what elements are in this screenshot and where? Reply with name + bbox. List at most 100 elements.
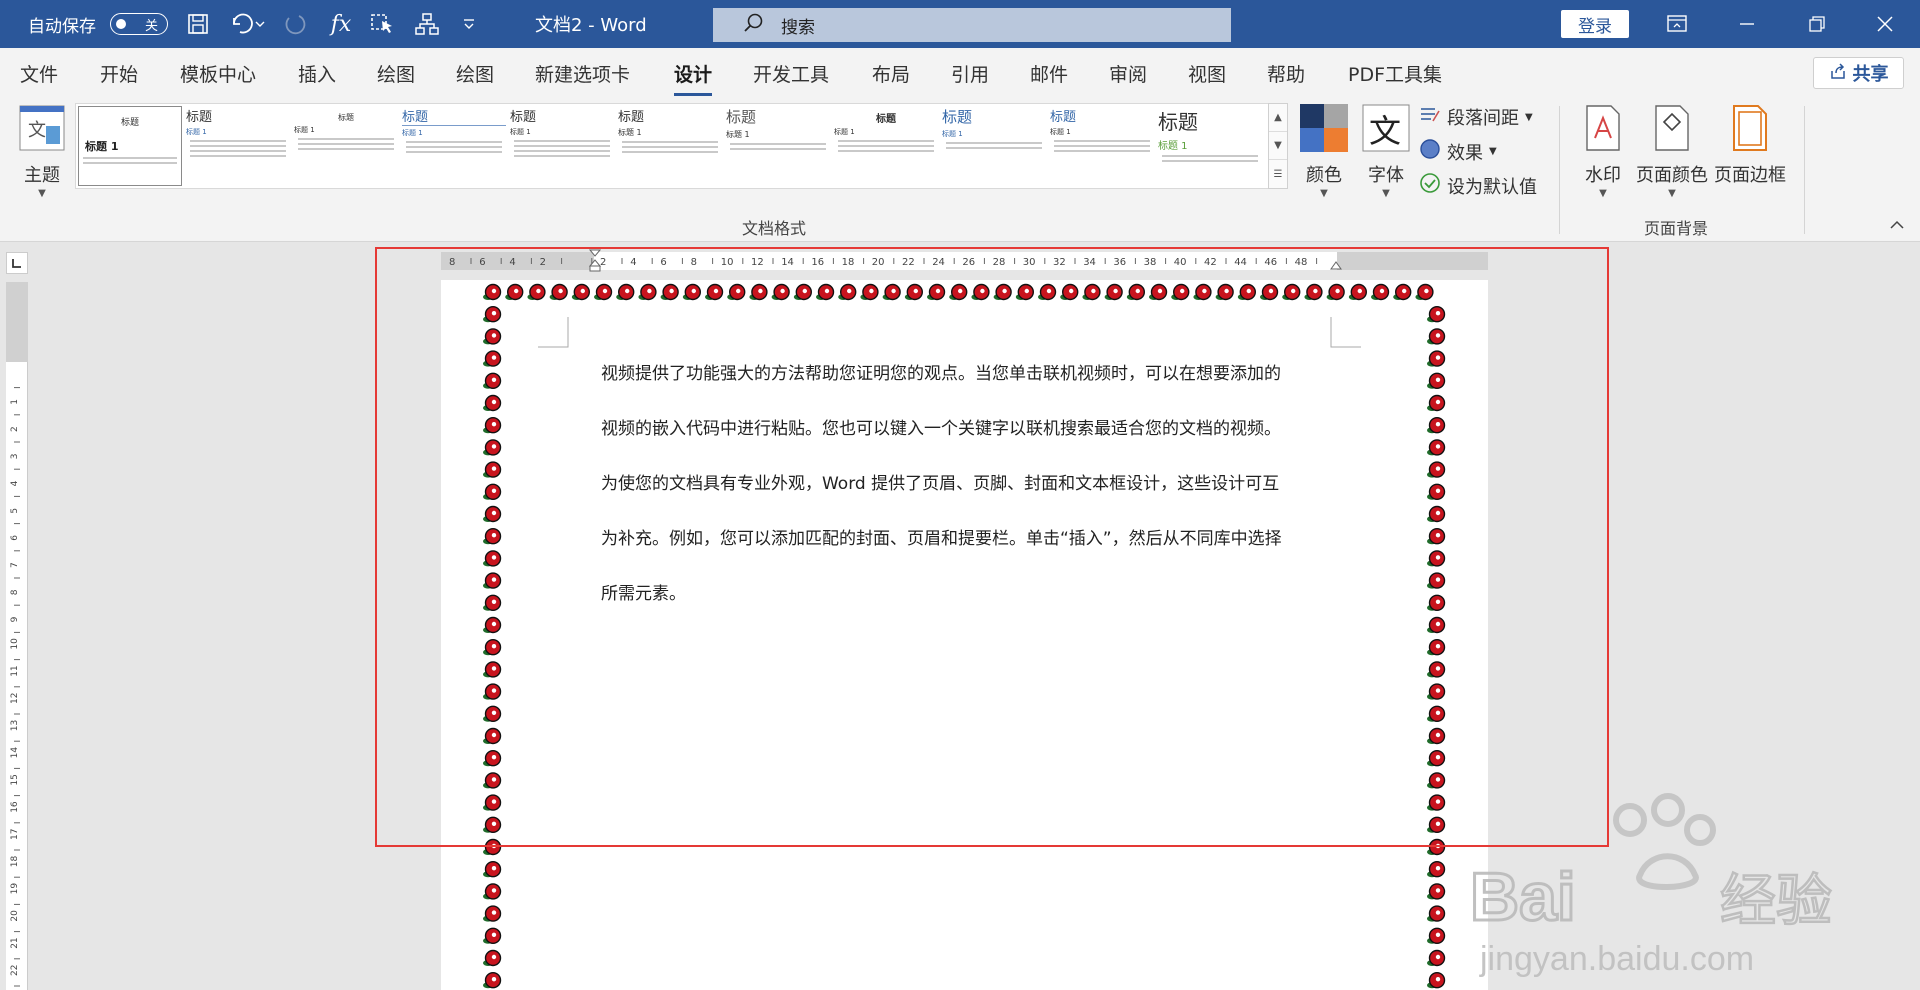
ruler-tick-label: 20 — [10, 910, 20, 922]
theme-button[interactable]: 文 主题 ▼ — [18, 104, 66, 199]
minimize-icon[interactable] — [1718, 0, 1776, 48]
ruler-tick-label: 11 — [10, 665, 20, 676]
set-default-button[interactable]: 设为默认值 — [1419, 172, 1537, 199]
style-set-subtitle: 标题 1 — [186, 128, 207, 136]
tab-mailings[interactable]: 邮件 — [1030, 60, 1068, 87]
gallery-more-icon[interactable]: ☰ — [1269, 160, 1287, 188]
style-set-subtitle: 标题 1 — [942, 130, 963, 138]
style-set-title: 标题 — [618, 110, 645, 125]
colors-label: 颜色 — [1306, 165, 1342, 186]
tab-file[interactable]: 文件 — [20, 60, 58, 87]
palette-icon — [1300, 104, 1348, 157]
ribbon-display-options-icon[interactable] — [1648, 0, 1706, 48]
gallery-scroll[interactable]: ▲ ▼ ☰ — [1268, 103, 1288, 189]
share-button[interactable]: 共享 — [1813, 57, 1904, 89]
style-set-item[interactable]: 标题 标题 1 — [1050, 106, 1154, 186]
font-icon: 文 — [1362, 104, 1410, 157]
style-set-item[interactable]: 标题 标题 1 — [942, 106, 1046, 186]
tab-help[interactable]: 帮助 — [1267, 60, 1305, 87]
ruler-tick-label: 10 — [10, 638, 20, 650]
colors-button[interactable]: 颜色 ▼ — [1300, 104, 1348, 199]
share-label: 共享 — [1852, 64, 1889, 85]
tab-home[interactable]: 开始 — [100, 60, 138, 87]
style-set-title: 标题 — [402, 106, 506, 126]
ruler-tick-label: 18 — [10, 855, 20, 867]
login-button[interactable]: 登录 — [1561, 10, 1629, 38]
collapse-ribbon-icon[interactable] — [1890, 218, 1904, 234]
search-box[interactable]: 搜索 — [713, 8, 1231, 42]
autosave-label: 自动保存 — [28, 16, 96, 37]
style-set-title: 标题 — [1050, 110, 1077, 125]
customize-toolbar-icon[interactable] — [454, 0, 484, 48]
structure-icon[interactable] — [410, 0, 444, 48]
style-set-item[interactable]: 标题 标题 1 — [78, 106, 182, 186]
tab-new-tab[interactable]: 新建选项卡 — [535, 60, 630, 87]
tab-layout[interactable]: 布局 — [872, 60, 910, 87]
tab-design[interactable]: 设计 — [674, 60, 713, 96]
tab-pdf-tools[interactable]: PDF工具集 — [1348, 60, 1442, 87]
style-set-subtitle: 标题 1 — [510, 128, 531, 136]
chevron-down-icon: ▼ — [1320, 188, 1328, 199]
title-bar: 自动保存 关 fx 文档2 - Word 搜索 登录 — [0, 0, 1920, 48]
tab-review[interactable]: 审阅 — [1109, 60, 1147, 87]
autosave-toggle[interactable]: 关 — [110, 13, 168, 35]
tab-developer[interactable]: 开发工具 — [753, 60, 829, 87]
ruler-tick-label: 8 — [10, 589, 20, 595]
restore-icon[interactable] — [1788, 0, 1846, 48]
ruler-tick-label: 1 — [10, 399, 20, 405]
style-set-title: 标题 — [186, 110, 213, 125]
ribbon: 文 主题 ▼ 标题 标题 1 标题 标题 1 标题 标题 1 标题 标题 1 标题 标题… — [0, 96, 1920, 242]
style-set-item[interactable]: 标题标题 1 — [618, 106, 722, 186]
document-title: 文档2 - Word — [535, 15, 647, 36]
style-set-heading: 标题 1 — [85, 140, 119, 153]
function-icon[interactable]: fx — [326, 0, 356, 48]
style-set-item[interactable]: 标题标题 1 — [402, 106, 506, 186]
style-set-item[interactable]: 标题标题 1 — [510, 106, 614, 186]
redo-icon[interactable] — [280, 0, 310, 48]
vertical-ruler[interactable]: 32112345678910111213141516171819202122 — [6, 282, 28, 990]
ruler-tick-label: 17 — [10, 829, 20, 840]
share-icon — [1829, 62, 1847, 85]
effects-button[interactable]: 效果 ▼ — [1419, 138, 1497, 165]
ruler-margin — [6, 282, 28, 362]
scroll-down-icon[interactable]: ▼ — [1269, 132, 1287, 160]
fonts-button[interactable]: 文 字体 ▼ — [1362, 104, 1410, 199]
style-set-title: 标题 — [510, 110, 537, 125]
ruler-tick-label: 4 — [10, 480, 20, 486]
tab-draw[interactable]: 绘图 — [377, 60, 415, 87]
watermark-icon — [1583, 104, 1623, 157]
group-divider — [1559, 106, 1560, 234]
ruler-tick-label: 3 — [10, 453, 20, 459]
style-set-item[interactable]: 标题 标题 1 — [1158, 106, 1262, 186]
style-set-title: 标题 — [338, 113, 354, 122]
search-placeholder: 搜索 — [781, 17, 815, 38]
search-icon — [743, 12, 765, 39]
group-label-document-format: 文档格式 — [742, 219, 807, 238]
word-window: 自动保存 关 fx 文档2 - Word 搜索 登录 文件 开始 模板中心 插入… — [0, 0, 1920, 990]
tab-insert[interactable]: 插入 — [298, 60, 336, 87]
select-object-icon[interactable] — [366, 0, 400, 48]
style-set-subtitle: 标题 1 — [726, 130, 750, 139]
close-icon[interactable] — [1856, 0, 1914, 48]
style-set-item[interactable]: 标题 标题 1 — [294, 106, 398, 186]
tab-view[interactable]: 视图 — [1188, 60, 1226, 87]
undo-icon[interactable] — [224, 0, 270, 48]
tab-draw-2[interactable]: 绘图 — [456, 60, 494, 87]
tab-selector-icon[interactable] — [6, 252, 28, 274]
style-set-item[interactable]: 标题 标题 1 — [726, 106, 830, 186]
page-color-button[interactable]: 页面颜色 ▼ — [1636, 104, 1708, 199]
paragraph-spacing-label: 段落间距 — [1447, 108, 1519, 129]
scroll-up-icon[interactable]: ▲ — [1269, 104, 1287, 132]
page-borders-button[interactable]: 页面边框 — [1714, 104, 1786, 187]
paragraph-spacing-button[interactable]: 段落间距 ▼ — [1419, 104, 1533, 130]
style-set-title: 标题 — [1158, 110, 1198, 134]
style-set-item[interactable]: 标题标题 1 — [186, 106, 290, 186]
tab-template-center[interactable]: 模板中心 — [180, 60, 256, 87]
style-set-item[interactable]: 标题 标题 1 — [834, 106, 938, 186]
style-set-subtitle: 标题 1 — [618, 128, 642, 137]
page-color-label: 页面颜色 — [1636, 165, 1708, 186]
watermark-button[interactable]: 水印 ▼ — [1583, 104, 1623, 199]
save-icon[interactable] — [180, 0, 216, 48]
tab-references[interactable]: 引用 — [951, 60, 989, 87]
style-set-subtitle: 标题 1 — [402, 129, 423, 137]
